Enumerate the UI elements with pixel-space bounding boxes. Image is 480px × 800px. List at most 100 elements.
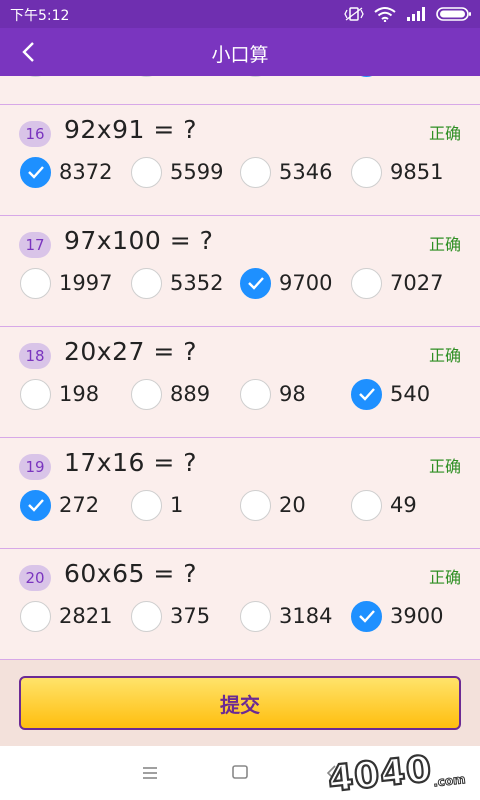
option-label: 540 [390,382,431,406]
answer-option[interactable]: 98 [240,378,306,410]
check-icon [247,277,264,290]
question-number: 17 [19,232,51,258]
radio-unchecked[interactable] [240,156,271,188]
radio-checked[interactable] [20,489,51,521]
option-label: 3184 [279,604,333,628]
navigation-bar: 4040 .com [0,746,480,800]
question-number: 16 [19,121,51,147]
option-label: 5346 [279,160,333,184]
answer-option[interactable]: 8372 [20,156,112,188]
answer-option[interactable]: 1997 [20,267,113,299]
radio-checked[interactable] [20,156,51,188]
question-card: 17 97x100 = ? 正确 1997 5352 9700 7027 [0,216,480,327]
result-label: 正确 [428,457,461,476]
question-number: 19 [19,454,51,480]
question-list-inner: 15 540196756749408 16 92x91 = ? 正确 8372 5… [0,76,480,660]
question-text: 17x16 = ? [64,448,198,477]
result-label: 正确 [428,124,461,143]
radio-unchecked[interactable] [240,76,271,77]
radio-unchecked[interactable] [20,378,51,410]
question-number: 20 [19,565,51,591]
radio-checked[interactable] [351,76,382,77]
answer-option[interactable]: 375 [131,600,210,632]
option-label: 1997 [59,271,113,295]
option-label: 272 [59,493,100,517]
radio-unchecked[interactable] [20,600,51,632]
result-label: 正确 [428,568,461,587]
option-label: 98 [279,382,306,406]
answer-option[interactable]: 49 [351,489,417,521]
radio-unchecked[interactable] [20,267,51,299]
radio-checked[interactable] [240,267,271,299]
answer-option[interactable]: 5346 [240,156,333,188]
answer-option[interactable]: 889 [131,378,211,410]
option-label: 1 [170,493,184,517]
option-label: 5599 [170,160,224,184]
radio-unchecked[interactable] [20,76,51,77]
result-label: 正确 [428,346,461,365]
radio-unchecked[interactable] [351,156,382,188]
answer-option[interactable]: 2821 [20,600,113,632]
signal-icon [407,7,425,21]
svg-text:4040: 4040 [326,749,434,800]
status-time: 下午5:12 [10,8,70,24]
option-label: 7027 [390,271,444,295]
home-icon[interactable] [230,763,250,781]
option-label: 3900 [390,604,444,628]
option-label: 2821 [59,604,113,628]
answer-option[interactable]: 3184 [240,600,333,632]
answer-option[interactable]: 198 [20,378,99,410]
radio-unchecked[interactable] [131,489,162,521]
app-bar: 小口算 [0,28,480,76]
check-icon [358,388,375,401]
radio-checked[interactable] [351,378,382,410]
svg-text:.com: .com [432,772,466,789]
answer-option[interactable]: 9851 [351,156,443,188]
question-card: 20 60x65 = ? 正确 2821 375 3184 3900 [0,549,480,660]
watermark-logo: 4040 .com [325,748,467,800]
submit-button[interactable]: 提交 [19,676,461,730]
page-title: 小口算 [211,44,269,66]
answer-option[interactable]: 3900 [351,600,444,632]
question-text: 92x91 = ? [64,115,198,144]
radio-unchecked[interactable] [351,489,382,521]
status-bar: 下午5:12 [0,0,480,28]
option-label: 889 [170,382,211,406]
answer-option[interactable]: 20 [240,489,306,521]
radio-unchecked[interactable] [240,600,271,632]
answer-option[interactable]: 5352 [131,267,224,299]
radio-unchecked[interactable] [131,156,162,188]
submit-area: 提交 [0,660,480,746]
answer-option[interactable]: 5599 [131,156,224,188]
vibrate-icon [344,7,364,21]
radio-unchecked[interactable] [131,600,162,632]
answer-option[interactable]: 540 [351,378,431,410]
radio-unchecked[interactable] [240,489,271,521]
radio-unchecked[interactable] [240,378,271,410]
answer-option[interactable]: 1 [131,489,184,521]
check-icon [27,499,44,512]
answer-option[interactable]: 272 [20,489,100,521]
status-icons [344,4,472,24]
question-card: 19 17x16 = ? 正确 272 1 20 49 [0,438,480,549]
radio-unchecked[interactable] [131,76,162,77]
menu-icon[interactable] [140,764,160,782]
radio-checked[interactable] [351,600,382,632]
question-card: 18 20x27 = ? 正确 198 889 98 540 [0,327,480,438]
check-icon [27,166,44,179]
option-label: 9700 [279,271,333,295]
option-label: 49 [390,493,417,517]
answer-option[interactable]: 7027 [351,267,444,299]
answer-option[interactable]: 9700 [240,267,333,299]
question-list[interactable]: 15 540196756749408 16 92x91 = ? 正确 8372 5… [0,76,480,660]
radio-unchecked[interactable] [351,267,382,299]
check-icon [358,610,375,623]
question-card: 15 540196756749408 [0,76,480,105]
radio-unchecked[interactable] [131,378,162,410]
option-label: 20 [279,493,306,517]
question-number: 18 [19,343,51,369]
radio-unchecked[interactable] [131,267,162,299]
option-label: 5352 [170,271,224,295]
wifi-icon [374,7,396,22]
battery-icon [436,7,471,21]
